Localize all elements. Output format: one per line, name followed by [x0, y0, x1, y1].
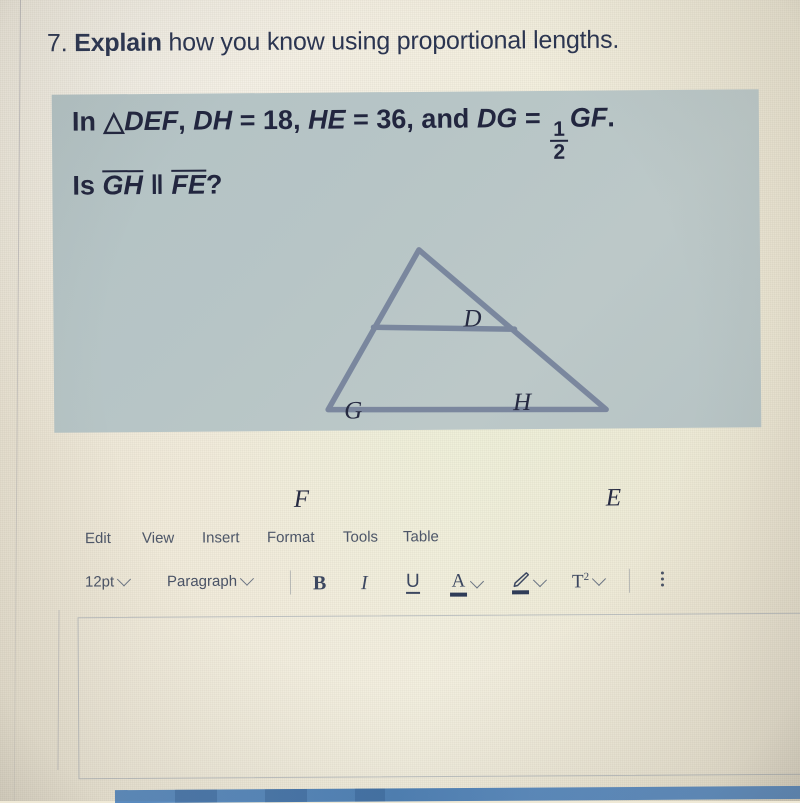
italic-button[interactable]: I — [361, 572, 368, 595]
highlight-swatch-bar — [511, 590, 529, 595]
font-size-selector[interactable]: 12pt — [84, 571, 132, 591]
exponent-glyph: 2 — [583, 570, 590, 583]
vertex-label-f: F — [293, 485, 310, 513]
t-glyph: T — [571, 571, 584, 593]
vertex-label-d: D — [463, 305, 482, 333]
triangle-figure: D G H F E — [52, 89, 762, 513]
underline-button[interactable]: U — [406, 571, 420, 594]
taskbar-item[interactable] — [354, 788, 386, 802]
vertex-label-g: G — [344, 397, 363, 425]
menu-item-tools[interactable]: Tools — [343, 529, 378, 546]
taskbar-item[interactable] — [264, 788, 308, 803]
text-color-icon: A — [450, 570, 468, 597]
editor-text-area[interactable] — [77, 612, 800, 780]
problem-statement-box: In △DEF, DH = 18, HE = 36, and DG = 1 2 GF… — [51, 89, 762, 513]
highlight-color-button[interactable] — [510, 571, 548, 595]
toolbar-divider-2 — [628, 568, 631, 593]
pen-glyph — [513, 572, 530, 588]
chevron-down-icon — [117, 571, 132, 586]
question-bold-word: Explain — [74, 28, 162, 58]
text-color-button[interactable]: A — [450, 570, 485, 597]
superscript-icon: T2 — [572, 571, 589, 593]
bold-button[interactable]: B — [313, 572, 326, 595]
chevron-down-icon[interactable] — [532, 572, 548, 587]
kebab-dot — [660, 583, 665, 587]
editor-format-toolbar: 12pt Paragraph B I U A T2 — [84, 568, 685, 601]
question-rest: how you know using proportional lengths. — [161, 25, 620, 57]
editor-menubar: Edit View Insert Format Tools Table — [85, 528, 505, 554]
vertex-label-h: H — [513, 389, 532, 417]
menu-item-view[interactable]: View — [142, 530, 174, 547]
chevron-down-icon[interactable] — [469, 573, 485, 589]
letter-a-glyph: A — [451, 570, 466, 592]
chevron-down-icon[interactable] — [592, 571, 607, 587]
segment-gh-line — [370, 324, 518, 332]
paragraph-style-value: Paragraph — [166, 572, 238, 591]
vertex-label-e: E — [605, 484, 622, 512]
triangle-svg — [325, 247, 609, 413]
question-heading: 7. Explain how you know using proportion… — [47, 24, 792, 59]
color-swatch-bar — [450, 592, 468, 597]
paragraph-style-selector[interactable]: Paragraph — [166, 571, 255, 591]
menu-item-insert[interactable]: Insert — [202, 529, 240, 546]
kebab-dot — [660, 571, 664, 575]
highlighter-pen-icon — [510, 571, 530, 595]
superscript-button[interactable]: T2 — [572, 571, 607, 593]
menu-item-edit[interactable]: Edit — [85, 530, 111, 547]
menu-item-table[interactable]: Table — [403, 528, 439, 545]
menu-item-format[interactable]: Format — [267, 529, 315, 546]
question-number: 7. — [46, 29, 68, 58]
chevron-down-icon — [239, 571, 255, 586]
font-size-value: 12pt — [84, 573, 115, 591]
kebab-dot — [660, 577, 664, 581]
more-options-icon[interactable] — [660, 571, 665, 587]
toolbar-divider — [289, 570, 292, 595]
